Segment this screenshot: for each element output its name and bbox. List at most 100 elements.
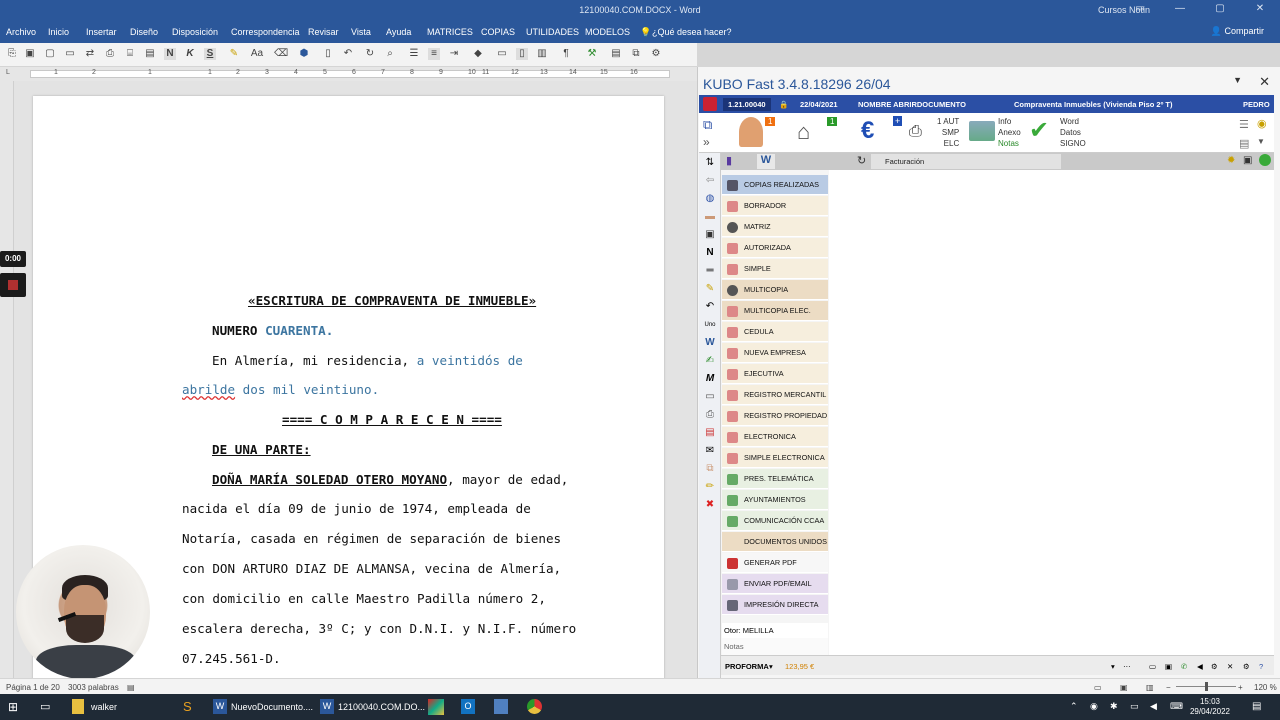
kubo-nav-icon[interactable]: ⧉ xyxy=(703,117,712,133)
eraser-icon[interactable]: ⌫ xyxy=(274,48,288,60)
menu-borrador[interactable]: BORRADOR xyxy=(722,196,828,216)
record-stop-button[interactable] xyxy=(0,273,26,297)
menu-impresion-directa[interactable]: IMPRESIÓN DIRECTA xyxy=(722,595,828,615)
shield-icon[interactable]: ⬢ xyxy=(298,48,310,60)
menu-registro-mercantil[interactable]: REGISTRO MERCANTIL xyxy=(722,385,828,405)
printer-icon[interactable]: ⎙ xyxy=(703,409,717,421)
kubo-close-icon[interactable]: ✕ xyxy=(1259,74,1270,90)
menu-electronica[interactable]: ELECTRONICA xyxy=(722,427,828,447)
m-icon[interactable]: M xyxy=(703,373,717,385)
highlight-icon[interactable]: ✎ xyxy=(228,48,240,60)
signature-icon[interactable]: ✍ xyxy=(703,355,717,367)
ok-icon[interactable] xyxy=(1259,154,1271,166)
equals-icon[interactable]: ═ xyxy=(703,265,717,277)
page-count[interactable]: Página 1 de 20 xyxy=(6,683,60,692)
house-icon[interactable]: ⌂ xyxy=(797,119,810,145)
app-s-icon[interactable]: S xyxy=(183,699,192,720)
sort-icon[interactable]: ⇅ xyxy=(703,157,717,169)
language-icon[interactable]: ⌨ xyxy=(1170,701,1183,720)
windows-start-icon[interactable]: ⊞ xyxy=(8,700,18,720)
uno-icon[interactable]: Uno xyxy=(703,319,717,331)
minimize-button[interactable]: — xyxy=(1160,3,1200,14)
tab-correspondencia[interactable]: Correspondencia xyxy=(231,27,300,37)
paragraph-mark-icon[interactable]: ⎘ xyxy=(6,48,18,60)
aut-list[interactable]: 1 AUT SMP ELC xyxy=(937,116,959,149)
tab-utilidades[interactable]: UTILIDADES xyxy=(526,27,579,37)
sync-icon[interactable]: ⇄ xyxy=(84,48,96,60)
word-icon[interactable]: W xyxy=(703,337,717,349)
zoom-out-button[interactable]: − xyxy=(1166,683,1171,692)
file-explorer-icon[interactable] xyxy=(72,699,84,714)
pdf-icon[interactable]: ▤ xyxy=(703,427,717,439)
stamp-icon[interactable]: ◆ xyxy=(472,48,484,60)
italic-button[interactable]: K xyxy=(184,48,196,60)
folder-icon[interactable]: ▤ xyxy=(144,48,156,60)
pilcrow-icon[interactable]: ¶ xyxy=(560,48,572,60)
zoom-level[interactable]: 120 % xyxy=(1254,683,1277,692)
menu-multicopia-elec[interactable]: MULTICOPIA ELEC. xyxy=(722,301,828,321)
help-icon[interactable]: ? xyxy=(1259,662,1263,671)
pencil-icon[interactable]: ✏ xyxy=(703,481,717,493)
tab-inicio[interactable]: Inicio xyxy=(48,27,69,37)
x-logo-icon[interactable]: ✖ xyxy=(703,499,717,511)
proofing-icon[interactable]: ▤ xyxy=(127,683,135,692)
taskbar-item-12100040[interactable]: 12100040.COM.DO... xyxy=(338,702,425,712)
copy-icon[interactable]: ⧉ xyxy=(630,48,642,60)
n-icon[interactable]: N xyxy=(703,247,717,259)
open-icon[interactable]: ▭ xyxy=(64,48,76,60)
save-icon[interactable]: ▣ xyxy=(24,48,36,60)
word-tab[interactable]: W xyxy=(757,154,775,169)
new-doc-icon[interactable]: ▢ xyxy=(44,48,56,60)
chrome-icon[interactable] xyxy=(527,699,542,714)
pencil-icon[interactable]: ✎ xyxy=(703,283,717,295)
calendar-icon[interactable] xyxy=(494,699,508,714)
proforma-dropdown[interactable]: PROFORMA xyxy=(725,662,769,671)
web-layout-icon[interactable]: ▥ xyxy=(1146,683,1154,692)
tools-icon[interactable]: ⚒ xyxy=(586,48,598,60)
refresh-icon[interactable]: ↻ xyxy=(857,154,866,167)
word-app-icon[interactable]: W xyxy=(320,699,334,714)
chevron-down-icon[interactable]: ▼ xyxy=(1233,75,1242,85)
menu-documentos-unidos[interactable]: DOCUMENTOS UNIDOS xyxy=(722,532,828,552)
tab-insertar[interactable]: Insertar xyxy=(86,27,117,37)
info-list[interactable]: Info Anexo Notas xyxy=(998,116,1021,149)
zoom-in-button[interactable]: + xyxy=(1238,683,1243,692)
kubo-app-icon[interactable] xyxy=(428,699,444,715)
zoom-slider-thumb[interactable] xyxy=(1205,682,1208,691)
tab-disposicion[interactable]: Disposición xyxy=(172,27,218,37)
mail-icon[interactable]: ✉ xyxy=(703,445,717,457)
restore-button[interactable]: ▢ xyxy=(1200,3,1240,14)
folder-icon[interactable]: ▬ xyxy=(703,211,717,223)
menu-multicopia[interactable]: MULTICOPIA xyxy=(722,280,828,300)
taskbar-clock[interactable]: 15:03 29/04/2022 xyxy=(1190,697,1230,717)
tray-chevron-icon[interactable]: ⌃ xyxy=(1070,701,1078,720)
menu-copias-realizadas[interactable]: COPIAS REALIZADAS xyxy=(722,175,828,195)
facturacion-tab[interactable]: Facturación xyxy=(871,154,1061,169)
align-left-icon[interactable]: ☰ xyxy=(408,48,420,60)
copy-icon[interactable]: ⧉ xyxy=(703,463,717,475)
menu-simple-electronica[interactable]: SIMPLE ELECTRONICA xyxy=(722,448,828,468)
find-icon[interactable]: ⌕ xyxy=(384,48,396,60)
menu-registro-propiedad[interactable]: REGISTRO PROPIEDAD xyxy=(722,406,828,426)
scanner-icon[interactable]: ▭ xyxy=(703,391,717,403)
notification-icon[interactable]: ▤ xyxy=(1252,701,1261,720)
tab-archivo[interactable]: Archivo xyxy=(6,27,36,37)
two-pages-icon[interactable]: ▥ xyxy=(536,48,548,60)
ribbon-display-icon[interactable]: ▭ xyxy=(1120,3,1160,14)
word-count[interactable]: 3003 palabras xyxy=(68,683,119,692)
tab-modelos[interactable]: MODELOS xyxy=(585,27,630,37)
underline-button[interactable]: S xyxy=(204,48,216,60)
bold-button[interactable]: N xyxy=(164,48,176,60)
ruler-tab-selector[interactable]: L xyxy=(6,69,10,76)
font-size-button[interactable]: Aa xyxy=(248,48,266,60)
close-button[interactable]: ✕ xyxy=(1240,3,1280,14)
settings-icon[interactable]: ⚙ xyxy=(1211,662,1218,671)
screen-icon[interactable]: ▭ xyxy=(1149,662,1156,671)
checkmark-icon[interactable]: ✔ xyxy=(1029,116,1049,145)
network-icon[interactable]: ▭ xyxy=(1130,701,1139,720)
menu-comunicacion-ccaa[interactable]: COMUNICACIÓN CCAA xyxy=(722,511,828,531)
landscape-icon[interactable] xyxy=(969,121,995,141)
vertical-ruler[interactable] xyxy=(0,81,14,678)
notas-field[interactable]: Notas xyxy=(722,638,828,655)
speaker-icon[interactable]: ◀ xyxy=(1197,662,1203,671)
